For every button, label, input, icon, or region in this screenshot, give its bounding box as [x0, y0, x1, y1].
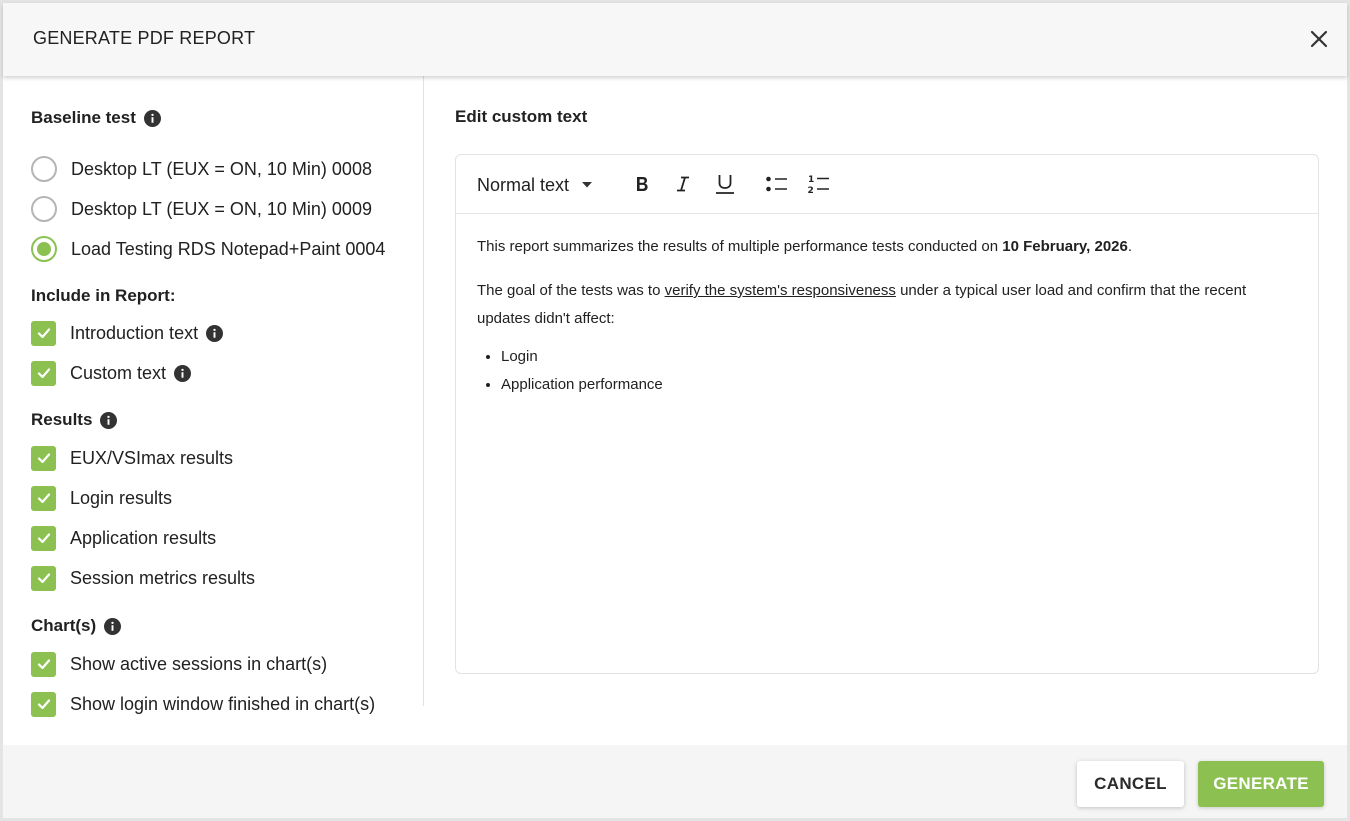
checkbox-label: Session metrics results [70, 567, 256, 588]
checkbox-label: EUX/VSImax results [70, 447, 234, 468]
include-in-report-heading: Include in Report: [31, 286, 176, 306]
checkbox-checked[interactable] [31, 691, 56, 717]
checkbox-checked[interactable] [31, 525, 56, 551]
text-format-value: Normal text [477, 174, 570, 195]
dialog-title: GENERATE PDF REPORT [33, 28, 256, 48]
check-icon [37, 328, 50, 339]
check-icon [37, 573, 50, 584]
results-heading: Results [31, 410, 118, 430]
underline-button[interactable] [712, 171, 738, 197]
paragraph-goal: The goal of the tests was to verify the … [477, 277, 1297, 333]
list-item: Application performance [501, 371, 1297, 399]
info-icon[interactable] [206, 324, 224, 342]
dialog-footer: CANCEL GENERATE [3, 745, 1347, 818]
charts-title: Chart(s) [31, 616, 97, 635]
paragraph-summary: This report summarizes the results of mu… [477, 233, 1297, 261]
bullet-list-icon [766, 176, 787, 192]
baseline-test-heading: Baseline test [31, 108, 161, 128]
bold-icon [637, 177, 648, 191]
checkbox-checked[interactable] [31, 485, 56, 511]
baseline-option-label: Desktop LT (EUX = ON, 10 Min) 0008 [71, 158, 372, 179]
checkbox-label: Show active sessions in chart(s) [70, 653, 328, 674]
charts-active-sessions[interactable]: Show active sessions in chart(s) [31, 651, 327, 677]
italic-icon [677, 176, 689, 192]
generate-pdf-dialog: GENERATE PDF REPORT Baseline test Deskto… [3, 3, 1347, 818]
report-date: 10 February, 2026 [1002, 238, 1128, 255]
bold-button[interactable] [629, 171, 655, 197]
paragraph-text: This report summarizes the results of mu… [477, 238, 1003, 255]
baseline-test-title: Baseline test [31, 108, 136, 127]
text-format-dropdown[interactable]: Normal text [477, 173, 593, 197]
baseline-option-label: Load Testing RDS Notepad+Paint 0004 [71, 238, 386, 259]
info-icon[interactable] [100, 411, 118, 429]
editor-toolbar: Normal text 1 2 [456, 155, 1318, 214]
results-login[interactable]: Login results [31, 485, 172, 511]
results-session-metrics[interactable]: Session metrics results [31, 565, 255, 591]
checkbox-label: Introduction text [70, 322, 199, 343]
close-button[interactable] [1307, 27, 1331, 51]
check-icon [37, 533, 50, 544]
italic-button[interactable] [670, 171, 696, 197]
radio-button-selected[interactable] [31, 236, 57, 262]
baseline-option-label: Desktop LT (EUX = ON, 10 Min) 0009 [71, 198, 372, 219]
info-icon[interactable] [104, 617, 122, 635]
include-introduction-text[interactable]: Introduction text [31, 320, 224, 346]
checkbox-checked[interactable] [31, 565, 56, 591]
info-icon[interactable] [174, 364, 192, 382]
bullet-list: Login Application performance [477, 343, 1297, 399]
svg-text:2: 2 [808, 186, 814, 195]
baseline-option-0004[interactable]: Load Testing RDS Notepad+Paint 0004 [31, 236, 385, 262]
rich-text-editor: Normal text 1 2 This report summarizes t… [455, 154, 1319, 674]
results-title: Results [31, 410, 93, 429]
cancel-button[interactable]: CANCEL [1077, 761, 1184, 807]
check-icon [37, 453, 50, 464]
check-icon [37, 368, 50, 379]
paragraph-text: The goal of the tests was to [477, 282, 665, 299]
bullet-list-button[interactable] [764, 171, 790, 197]
baseline-option-0008[interactable]: Desktop LT (EUX = ON, 10 Min) 0008 [31, 156, 372, 182]
caret-down-icon [582, 182, 593, 188]
radio-button[interactable] [31, 156, 57, 182]
checkbox-checked[interactable] [31, 445, 56, 471]
charts-heading: Chart(s) [31, 616, 122, 636]
paragraph-text: . [1127, 238, 1133, 255]
numbered-list-button[interactable]: 1 2 [806, 171, 832, 197]
checkbox-checked[interactable] [31, 651, 56, 677]
editor-content[interactable]: This report summarizes the results of mu… [477, 233, 1297, 399]
radio-button[interactable] [31, 196, 57, 222]
checkbox-label: Application results [70, 527, 217, 548]
list-item: Login [501, 343, 1297, 371]
underlined-text: verify the system's responsiveness [664, 282, 896, 299]
info-icon[interactable] [143, 109, 161, 127]
numbered-list-icon: 1 2 [808, 175, 829, 195]
dialog-header: GENERATE PDF REPORT [3, 3, 1347, 76]
checkbox-checked[interactable] [31, 360, 56, 386]
include-custom-text[interactable]: Custom text [31, 360, 192, 386]
check-icon [37, 699, 50, 710]
checkbox-checked[interactable] [31, 320, 56, 346]
close-icon [1310, 30, 1328, 48]
baseline-option-0009[interactable]: Desktop LT (EUX = ON, 10 Min) 0009 [31, 196, 372, 222]
generate-button[interactable]: GENERATE [1198, 761, 1324, 807]
underline-icon [716, 175, 734, 194]
report-options-panel: Baseline test Desktop LT (EUX = ON, 10 M… [3, 76, 424, 717]
edit-custom-text-title: Edit custom text [455, 107, 588, 126]
charts-login-window-finished[interactable]: Show login window finished in chart(s) [31, 691, 375, 717]
check-icon [37, 659, 50, 670]
checkbox-label: Login results [70, 487, 173, 508]
include-in-report-title: Include in Report: [31, 286, 176, 305]
svg-text:1: 1 [808, 175, 814, 185]
checkbox-label: Show login window finished in chart(s) [70, 693, 376, 714]
results-application[interactable]: Application results [31, 525, 216, 551]
check-icon [37, 493, 50, 504]
results-eux-vsimax[interactable]: EUX/VSImax results [31, 445, 233, 471]
checkbox-label: Custom text [70, 362, 167, 383]
